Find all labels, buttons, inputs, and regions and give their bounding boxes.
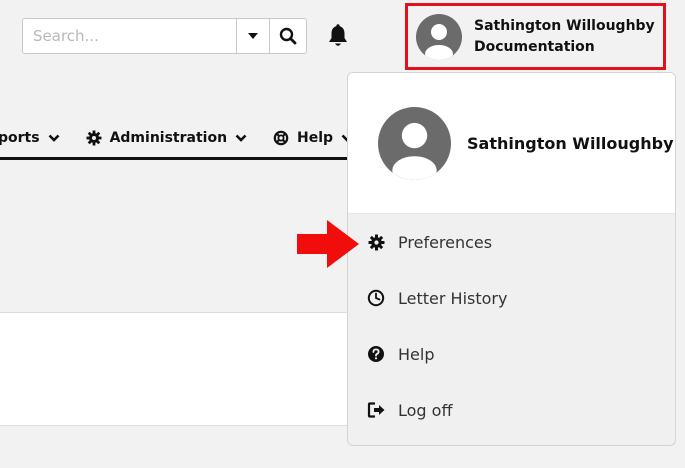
- bell-icon: [329, 24, 347, 46]
- menu-item-letter-history[interactable]: Letter History: [348, 270, 675, 326]
- menu-item-help[interactable]: Help: [348, 326, 675, 382]
- menu-item-label: Log off: [398, 400, 453, 420]
- nav-item-label: ports: [0, 130, 40, 146]
- nav-item-label: Administration: [109, 130, 228, 146]
- question-circle-icon: [368, 346, 384, 362]
- search-options-dropdown[interactable]: [236, 19, 269, 53]
- menu-item-label: Preferences: [398, 232, 493, 252]
- search-box: [22, 18, 307, 54]
- dropdown-header: Sathington Willoughby: [348, 73, 675, 214]
- chevron-down-icon: [48, 134, 59, 142]
- search-input[interactable]: [23, 19, 236, 53]
- arrow-right-icon: [297, 220, 359, 268]
- chevron-down-icon: [235, 134, 247, 142]
- content-panel: [0, 312, 360, 426]
- menu-item-log-off[interactable]: Log off: [348, 382, 675, 438]
- gear-icon: [368, 234, 384, 250]
- nav-item-reports[interactable]: ports: [0, 130, 60, 146]
- notifications-button[interactable]: [325, 23, 351, 49]
- avatar-icon: [378, 106, 451, 180]
- user-name: Sathington Willoughby: [474, 17, 655, 34]
- clock-icon: [367, 289, 385, 307]
- avatar-icon: [416, 13, 462, 60]
- menu-item-label: Letter History: [398, 288, 508, 308]
- main-nav: ports Administration Help: [0, 118, 353, 158]
- user-menu-button[interactable]: Sathington Willoughby Documentation: [405, 3, 666, 70]
- nav-underline: [0, 157, 348, 160]
- menu-item-preferences[interactable]: Preferences: [348, 214, 675, 270]
- menu-item-label: Help: [398, 344, 435, 364]
- dropdown-user-name: Sathington Willoughby: [467, 133, 674, 153]
- user-info: Sathington Willoughby Documentation: [474, 16, 655, 58]
- nav-item-label: Help: [297, 130, 334, 146]
- sign-out-icon: [367, 402, 384, 418]
- search-button[interactable]: [269, 19, 306, 53]
- caret-down-icon: [248, 33, 258, 39]
- search-icon: [279, 27, 297, 45]
- lifebuoy-icon: [273, 130, 289, 146]
- user-dropdown-menu: Sathington Willoughby Preferences Letter…: [347, 72, 676, 446]
- nav-item-administration[interactable]: Administration: [86, 130, 247, 146]
- nav-item-help[interactable]: Help: [273, 130, 353, 146]
- user-subtitle: Documentation: [474, 38, 595, 55]
- gear-icon: [86, 130, 102, 146]
